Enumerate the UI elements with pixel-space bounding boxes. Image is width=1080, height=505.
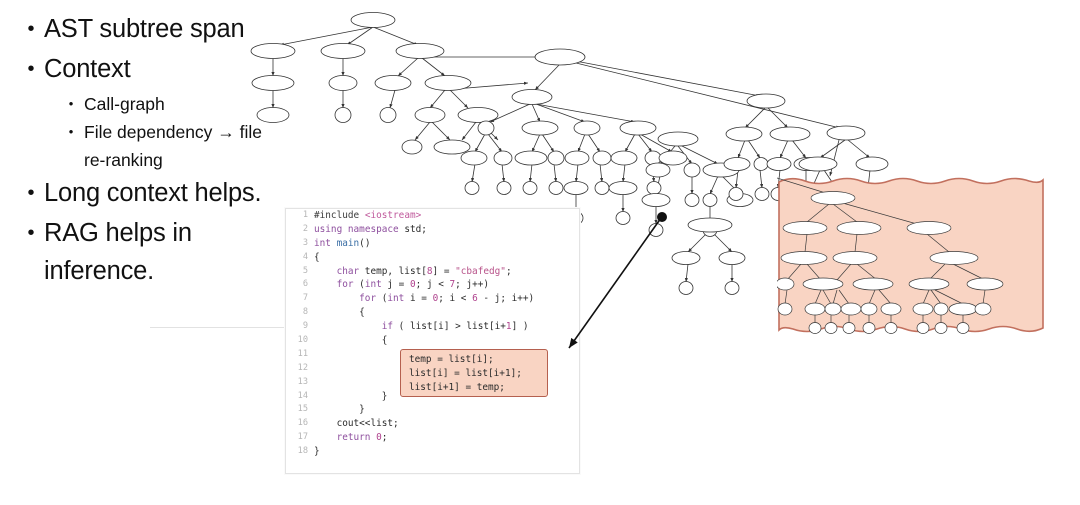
bullet-marker-icon: • xyxy=(27,222,35,244)
code-text: #include <iostream> xyxy=(314,210,422,221)
code-line: 1 #include <iostream> xyxy=(286,209,579,223)
line-number: 5 xyxy=(302,265,308,276)
slide-canvas: • AST subtree span • Context • Call-grap… xyxy=(0,0,1080,505)
line-number: 1 xyxy=(302,210,308,220)
line-number: 6 xyxy=(302,279,308,290)
code-line: 15 } xyxy=(286,403,579,417)
code-line: 17 return 0; xyxy=(286,431,579,445)
line-number: 18 xyxy=(297,446,308,457)
code-text: int main() xyxy=(314,237,371,249)
code-line: 7 for (int i = 0; i < 6 - j; i++) xyxy=(286,292,579,306)
line-number: 8 xyxy=(302,307,308,318)
code-line: 6 for (int j = 0; j < 7; j++) xyxy=(286,278,579,292)
code-line: 10 { xyxy=(286,334,579,348)
bullet-text: Call-graph xyxy=(84,94,165,114)
line-number: 2 xyxy=(302,223,308,234)
highlight-code-line: temp = list[i]; xyxy=(409,354,494,365)
code-line: 2 using namespace std; xyxy=(286,223,579,237)
highlight-code-line: list[i] = list[i+1]; xyxy=(409,368,522,379)
bullet-marker-icon: • xyxy=(68,124,74,139)
code-text: if ( list[i] > list[i+1] ) xyxy=(381,321,529,333)
code-text: } xyxy=(314,446,320,458)
code-text: char temp, list[8] = "cbafedg"; xyxy=(336,265,512,277)
highlight-code-line: list[i+1] = temp; xyxy=(409,382,505,393)
line-number: 3 xyxy=(302,237,308,248)
line-number: 12 xyxy=(297,362,308,373)
code-text: using namespace std; xyxy=(314,223,427,235)
code-panel[interactable]: 1 #include <iostream> 2 using namespace … xyxy=(285,208,580,474)
bullet-marker-icon: • xyxy=(68,96,74,111)
code-text: } xyxy=(314,390,388,402)
code-line: 18 } xyxy=(286,445,579,459)
line-number: 17 xyxy=(297,432,308,443)
code-line: 8 { xyxy=(286,306,579,320)
code-line: 9 if ( list[i] > list[i+1] ) xyxy=(286,320,579,334)
line-number: 9 xyxy=(302,321,308,332)
code-text: for (int i = 0; i < 6 - j; i++) xyxy=(359,293,535,305)
code-text: { xyxy=(314,251,320,263)
line-number: 4 xyxy=(302,251,308,262)
code-line: 16 cout<<list; xyxy=(286,417,579,431)
code-highlight-box: temp = list[i]; list[i] = list[i+1]; lis… xyxy=(400,349,548,397)
code-text: for (int j = 0; j < 7; j++) xyxy=(336,279,490,291)
line-number: 13 xyxy=(297,376,308,387)
line-number: 10 xyxy=(297,335,308,346)
subtree-highlight-shape xyxy=(777,177,1044,334)
ast-subtree-highlight xyxy=(777,176,1045,335)
line-number: 15 xyxy=(297,404,308,415)
line-number: 14 xyxy=(297,390,308,401)
bullet-text: Long context helps. xyxy=(44,179,262,207)
line-number: 11 xyxy=(297,348,308,359)
code-text: cout<<list; xyxy=(314,418,399,430)
line-number: 16 xyxy=(297,418,308,429)
bullet-text: Context xyxy=(44,55,131,83)
bullet-text: AST subtree span xyxy=(44,15,245,43)
bullet-marker-icon: • xyxy=(27,58,35,80)
code-line: 3 int main() xyxy=(286,237,579,251)
arrow-origin-dot xyxy=(657,212,667,222)
code-line: 5 char temp, list[8] = "cbafedg"; xyxy=(286,265,579,279)
code-text: { xyxy=(314,335,388,347)
code-line: 4 { xyxy=(286,251,579,265)
bullet-marker-icon: • xyxy=(27,182,35,204)
code-text: { xyxy=(314,307,365,319)
code-text: } xyxy=(314,404,365,416)
bullet-marker-icon: • xyxy=(27,18,35,40)
line-number: 7 xyxy=(302,293,308,304)
code-text: return 0; xyxy=(336,432,388,444)
connector-arrow xyxy=(568,212,667,349)
code-lines: 1 #include <iostream> 2 using namespace … xyxy=(286,209,579,473)
